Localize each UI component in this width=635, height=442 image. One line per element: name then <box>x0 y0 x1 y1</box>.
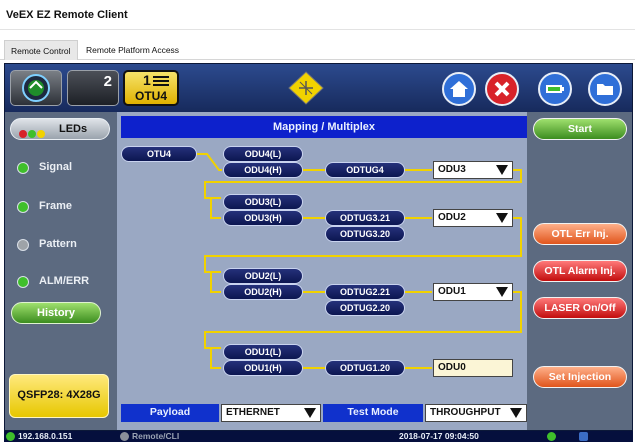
odtug220-node[interactable]: ODTUG2.20 <box>325 300 405 316</box>
odu1l-node[interactable]: ODU1(L) <box>223 344 303 360</box>
diamond-warning-icon <box>288 71 324 105</box>
odu1-select[interactable]: ODU1 <box>433 283 513 301</box>
close-button[interactable] <box>485 72 519 106</box>
odu4l-node[interactable]: ODU4(L) <box>223 146 303 162</box>
chevron-down-icon <box>496 213 508 223</box>
slot1-number: 1 <box>143 72 151 88</box>
slot1-otu4-button[interactable]: 1 OTU4 <box>123 70 179 106</box>
device-screen: 2 1 OTU4 LEDs Signal Frame Pattern ALM/E… <box>4 63 633 431</box>
folder-button[interactable] <box>588 72 622 106</box>
set-injection-button[interactable]: Set Injection <box>533 366 627 388</box>
led-label: ALM/ERR <box>39 275 90 287</box>
start-button[interactable]: Start <box>533 118 627 140</box>
led-label: Pattern <box>39 238 77 250</box>
remote-cli-status: Remote/CLI <box>132 431 180 441</box>
signal-led-icon <box>17 162 29 174</box>
chevron-down-icon <box>510 408 522 418</box>
led-panel: LEDs Signal Frame Pattern ALM/ERR Histor… <box>5 112 117 430</box>
ip-address: 192.168.0.151 <box>18 431 73 441</box>
odu4h-node[interactable]: ODU4(H) <box>223 162 303 178</box>
odtug321-node[interactable]: ODTUG3.21 <box>325 210 405 226</box>
odu3l-node[interactable]: ODU3(L) <box>223 194 303 210</box>
datetime: 2018-07-17 09:04:50 <box>399 431 479 441</box>
slot2-number: 2 <box>103 73 112 90</box>
slot1-label: OTU4 <box>134 89 167 103</box>
battery-icon <box>546 85 564 93</box>
folder-icon <box>597 84 613 95</box>
odu2-select[interactable]: ODU2 <box>433 209 513 227</box>
mapping-panel: Mapping / Multiplex OTU4 ODU4(L) ODU4(H)… <box>117 112 527 430</box>
testmode-label: Test Mode <box>323 404 423 422</box>
ip-icon <box>6 432 15 441</box>
testmode-select[interactable]: THROUGHPUT <box>425 404 527 422</box>
odu2-select-value: ODU2 <box>438 212 466 223</box>
tab-remote-platform-access[interactable]: Remote Platform Access <box>80 40 185 60</box>
odu3h-node[interactable]: ODU3(H) <box>223 210 303 226</box>
close-icon <box>494 81 510 97</box>
home-meter-button[interactable] <box>10 70 62 106</box>
payload-testmode-row: Payload ETHERNET Test Mode THROUGHPUT <box>117 404 527 422</box>
gauge-icon <box>22 74 50 102</box>
odu2h-node[interactable]: ODU2(H) <box>223 284 303 300</box>
home-icon <box>450 81 468 97</box>
odu1-select-value: ODU1 <box>438 286 466 297</box>
otl-err-inj-button[interactable]: OTL Err Inj. <box>533 223 627 245</box>
payload-select-value: ETHERNET <box>226 407 280 418</box>
payload-label: Payload <box>121 404 219 422</box>
testmode-select-value: THROUGHPUT <box>430 407 501 418</box>
leds-dots-icon <box>19 125 46 143</box>
tab-remote-control[interactable]: Remote Control <box>4 40 78 60</box>
window-titlebar: VeEX EZ Remote Client <box>0 0 635 30</box>
battery-button[interactable] <box>538 72 572 106</box>
network-icon <box>579 432 588 441</box>
odu2l-node[interactable]: ODU2(L) <box>223 268 303 284</box>
module-qsfp28-button[interactable]: QSFP28: 4X28G <box>9 374 109 418</box>
odtug221-node[interactable]: ODTUG2.21 <box>325 284 405 300</box>
otu4-node[interactable]: OTU4 <box>121 146 197 162</box>
chevron-down-icon <box>496 165 508 175</box>
alm-err-led-icon <box>17 276 29 288</box>
chevron-down-icon <box>304 408 316 418</box>
remote-icon <box>120 432 129 441</box>
otl-alarm-inj-button[interactable]: OTL Alarm Inj. <box>533 260 627 282</box>
leds-header: LEDs <box>10 118 110 140</box>
led-label: Frame <box>39 200 73 212</box>
laser-toggle-button[interactable]: LASER On/Off <box>533 297 627 319</box>
pattern-led-icon <box>17 239 29 251</box>
odu3-select[interactable]: ODU3 <box>433 161 513 179</box>
home-button[interactable] <box>442 72 476 106</box>
frame-led-icon <box>17 201 29 213</box>
connection-icon <box>547 432 556 441</box>
odtug120-node[interactable]: ODTUG1.20 <box>325 360 405 376</box>
odu3-select-value: ODU3 <box>438 164 466 175</box>
led-label: Signal <box>39 161 73 173</box>
action-panel: Start OTL Err Inj. OTL Alarm Inj. LASER … <box>527 112 632 430</box>
menu-bars-icon <box>153 76 169 86</box>
payload-select[interactable]: ETHERNET <box>221 404 321 422</box>
status-bar: 192.168.0.151 Remote/CLI 2018-07-17 09:0… <box>4 431 633 442</box>
slot2-button[interactable]: 2 <box>67 70 119 106</box>
odtug4-node[interactable]: ODTUG4 <box>325 162 405 178</box>
tab-bar: Remote Control Remote Platform Access <box>0 36 635 60</box>
history-button[interactable]: History <box>11 302 101 324</box>
chevron-down-icon <box>496 287 508 297</box>
odtug320-node[interactable]: ODTUG3.20 <box>325 226 405 242</box>
top-toolbar: 2 1 OTU4 <box>5 64 632 112</box>
odu0-field: ODU0 <box>433 359 513 377</box>
window-title: VeEX EZ Remote Client <box>6 9 128 21</box>
leds-title: LEDs <box>59 123 88 135</box>
odu1h-node[interactable]: ODU1(H) <box>223 360 303 376</box>
